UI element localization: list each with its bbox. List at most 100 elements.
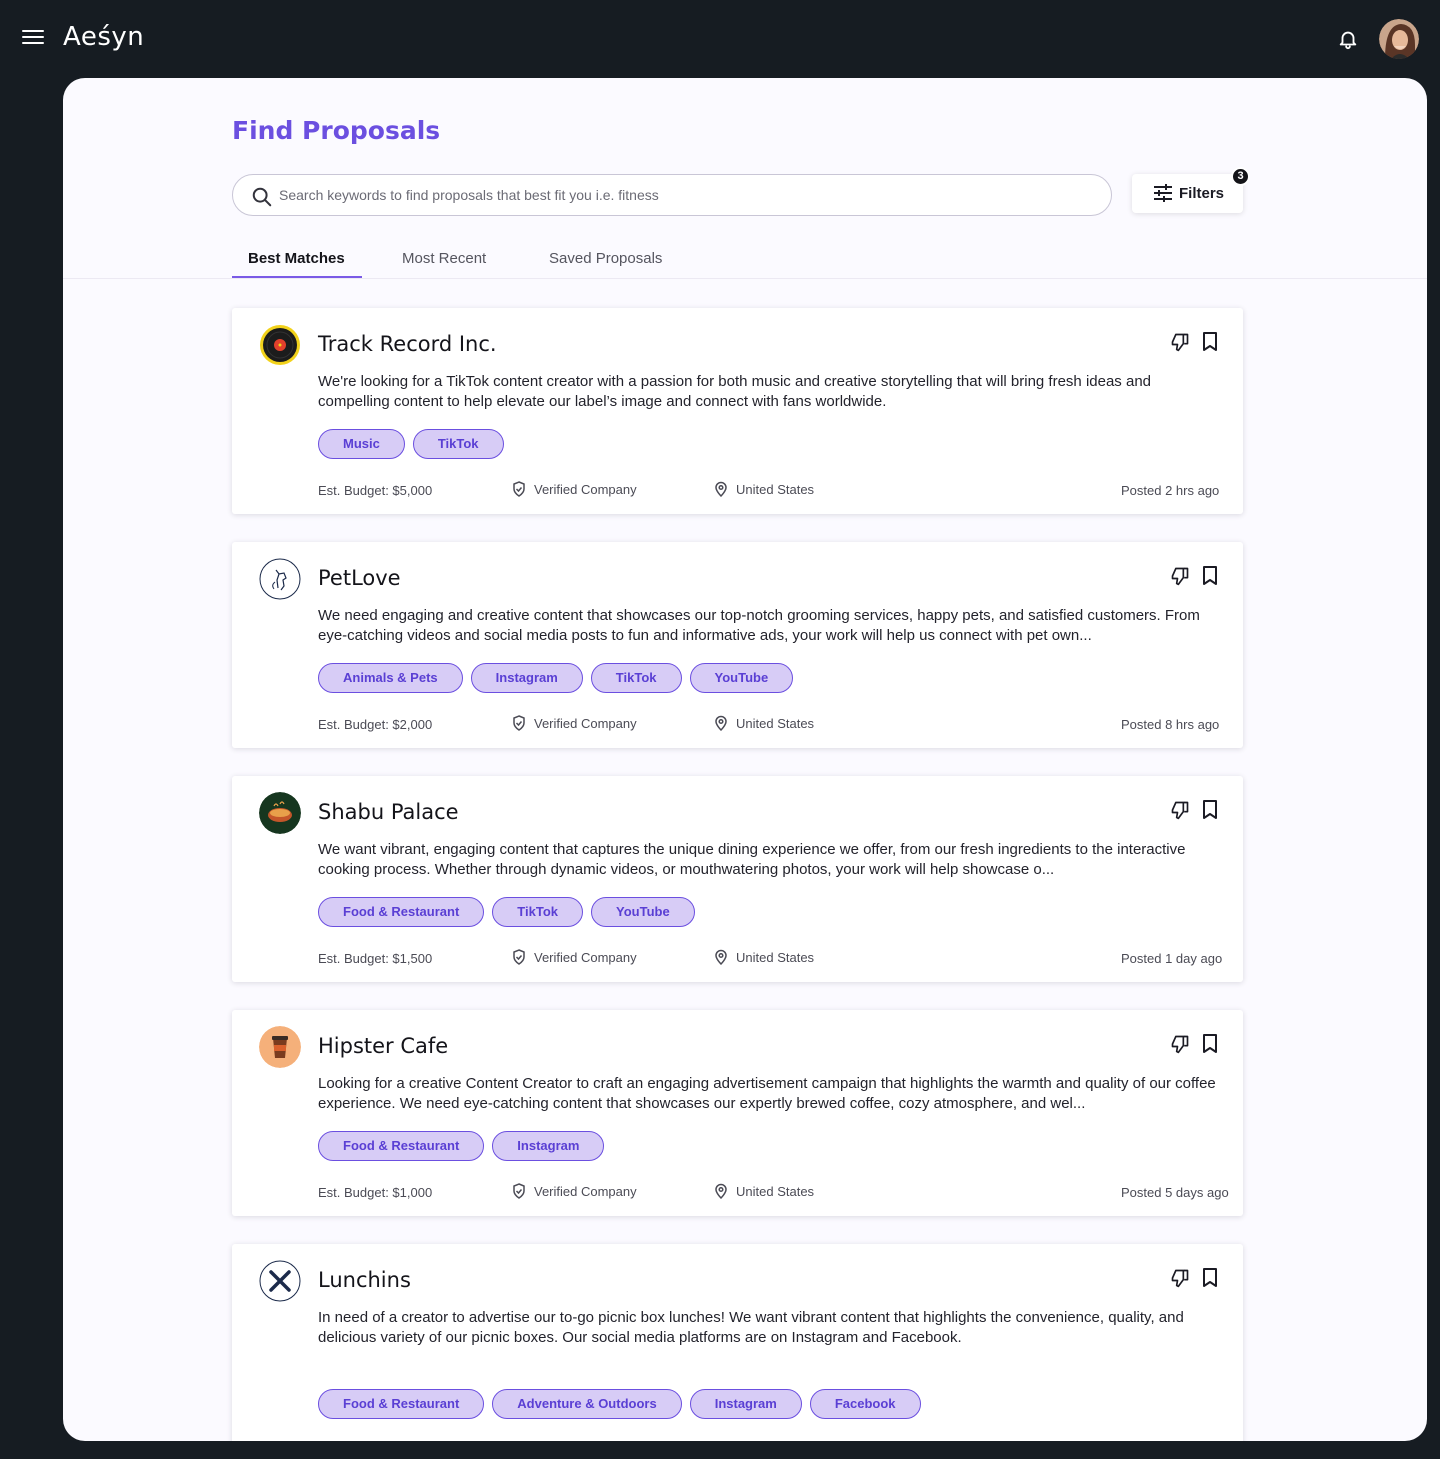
hamburger-menu-icon[interactable] (22, 30, 44, 48)
location-pin-icon (715, 481, 727, 497)
company-name[interactable]: Shabu Palace (318, 800, 459, 824)
posted-time: Posted 2 hrs ago (1121, 483, 1220, 498)
bookmark-icon[interactable] (1202, 1034, 1218, 1059)
coffee-cup-logo (259, 1026, 301, 1068)
company-name[interactable]: Track Record Inc. (318, 332, 497, 356)
card-actions (1170, 332, 1220, 352)
location-label: United States (736, 1184, 815, 1199)
tag[interactable]: TikTok (590, 663, 682, 693)
proposal-card[interactable]: Track Record Inc. We're looking for a Ti… (232, 308, 1243, 514)
tag[interactable]: TikTok (412, 429, 504, 459)
verified-label: Verified Company (534, 716, 637, 731)
proposal-card[interactable]: PetLove We need engaging and creative co… (232, 542, 1243, 748)
search-icon (252, 187, 272, 207)
tab-saved-proposals[interactable]: Saved Proposals (549, 250, 662, 267)
proposal-description: In need of a creator to advertise our to… (318, 1309, 1184, 1346)
proposal-card[interactable]: Lunchins In need of a creator to adverti… (232, 1244, 1243, 1441)
tag[interactable]: TikTok (492, 897, 583, 927)
tab-most-recent[interactable]: Most Recent (402, 250, 486, 267)
bookmark-icon[interactable] (1202, 1268, 1218, 1293)
verified-label: Verified Company (534, 1184, 637, 1199)
budget: Est. Budget: $1,000 (318, 1185, 433, 1200)
filters-count-badge: 3 (1231, 167, 1250, 186)
tag[interactable]: Instagram (689, 1389, 802, 1419)
proposal-description: We want vibrant, engaging content that c… (318, 841, 1186, 878)
proposal-card[interactable]: Hipster Cafe Looking for a creative Cont… (232, 1010, 1243, 1216)
page-title: Find Proposals (232, 116, 441, 145)
tag[interactable]: YouTube (689, 663, 794, 693)
verified-label: Verified Company (534, 482, 637, 497)
location-pin-icon (715, 949, 727, 965)
tabs-divider (63, 278, 1427, 279)
verified-company: Verified Company (513, 949, 637, 965)
tag[interactable]: Food & Restaurant (318, 1131, 485, 1161)
location-label: United States (736, 950, 815, 965)
location-label: United States (736, 482, 815, 497)
tab-best-matches[interactable]: Best Matches (248, 250, 345, 267)
proposal-card[interactable]: Shabu Palace We want vibrant, engaging c… (232, 776, 1243, 982)
top-bar: Aeśyn (0, 0, 1440, 78)
tag-list: Music TikTok (318, 429, 512, 459)
thumbs-down-icon[interactable] (1170, 332, 1190, 357)
brand-logo[interactable]: Aeśyn (63, 22, 144, 52)
tag[interactable]: Music (318, 429, 405, 459)
company-name[interactable]: PetLove (318, 566, 401, 590)
bookmark-icon[interactable] (1202, 566, 1218, 591)
verified-company: Verified Company (513, 481, 637, 497)
posted-time: Posted 5 days ago (1121, 1185, 1229, 1200)
bell-icon[interactable] (1337, 28, 1359, 50)
tag-list: Animals & Pets Instagram TikTok YouTube (318, 663, 801, 693)
thumbs-down-icon[interactable] (1170, 1034, 1190, 1059)
hotpot-logo (259, 792, 301, 834)
fork-knife-logo (259, 1260, 301, 1302)
card-actions (1170, 800, 1220, 820)
tag[interactable]: Food & Restaurant (318, 897, 485, 927)
tag[interactable]: Food & Restaurant (318, 1389, 485, 1419)
avatar[interactable] (1379, 19, 1419, 59)
proposal-description: We need engaging and creative content th… (318, 607, 1200, 644)
tag[interactable]: Adventure & Outdoors (492, 1389, 682, 1419)
tag[interactable]: Instagram (492, 1131, 605, 1161)
tag[interactable]: YouTube (591, 897, 695, 927)
thumbs-down-icon[interactable] (1170, 800, 1190, 825)
verified-company: Verified Company (513, 1183, 637, 1199)
search-bar[interactable] (232, 174, 1112, 216)
vinyl-record-logo (259, 324, 301, 366)
search-input[interactable] (279, 175, 1099, 215)
tag[interactable]: Instagram (470, 663, 583, 693)
posted-time: Posted 1 day ago (1121, 951, 1223, 966)
proposal-description: Looking for a creative Content Creator t… (318, 1075, 1216, 1112)
posted-time: Posted 8 hrs ago (1121, 717, 1220, 732)
bookmark-icon[interactable] (1202, 332, 1218, 357)
location: United States (715, 481, 815, 497)
tag[interactable]: Animals & Pets (318, 663, 463, 693)
card-actions (1170, 566, 1220, 586)
tag-list: Food & Restaurant Instagram (318, 1131, 612, 1161)
shield-check-icon (513, 715, 525, 731)
main-panel: Find Proposals Filters 3 Best Matches Mo… (63, 78, 1427, 1441)
proposal-description: We're looking for a TikTok content creat… (318, 373, 1151, 410)
verified-company: Verified Company (513, 715, 637, 731)
location: United States (715, 949, 815, 965)
sliders-icon (1154, 184, 1172, 202)
filters-button[interactable]: Filters (1132, 174, 1243, 213)
company-name[interactable]: Lunchins (318, 1268, 411, 1292)
shield-check-icon (513, 481, 525, 497)
tag[interactable]: Facebook (809, 1389, 921, 1419)
bookmark-icon[interactable] (1202, 800, 1218, 825)
tag-list: Food & Restaurant Adventure & Outdoors Ins… (318, 1389, 929, 1419)
location-pin-icon (715, 1183, 727, 1199)
budget: Est. Budget: $1,500 (318, 951, 433, 966)
budget: Est. Budget: $5,000 (318, 483, 433, 498)
card-actions (1170, 1034, 1220, 1054)
thumbs-down-icon[interactable] (1170, 1268, 1190, 1293)
company-name[interactable]: Hipster Cafe (318, 1034, 448, 1058)
budget: Est. Budget: $2,000 (318, 717, 433, 732)
filters-label: Filters (1179, 185, 1225, 202)
location: United States (715, 1183, 815, 1199)
tag-list: Food & Restaurant TikTok YouTube (318, 897, 703, 927)
thumbs-down-icon[interactable] (1170, 566, 1190, 591)
card-actions (1170, 1268, 1220, 1288)
shield-check-icon (513, 1183, 525, 1199)
verified-label: Verified Company (534, 950, 637, 965)
